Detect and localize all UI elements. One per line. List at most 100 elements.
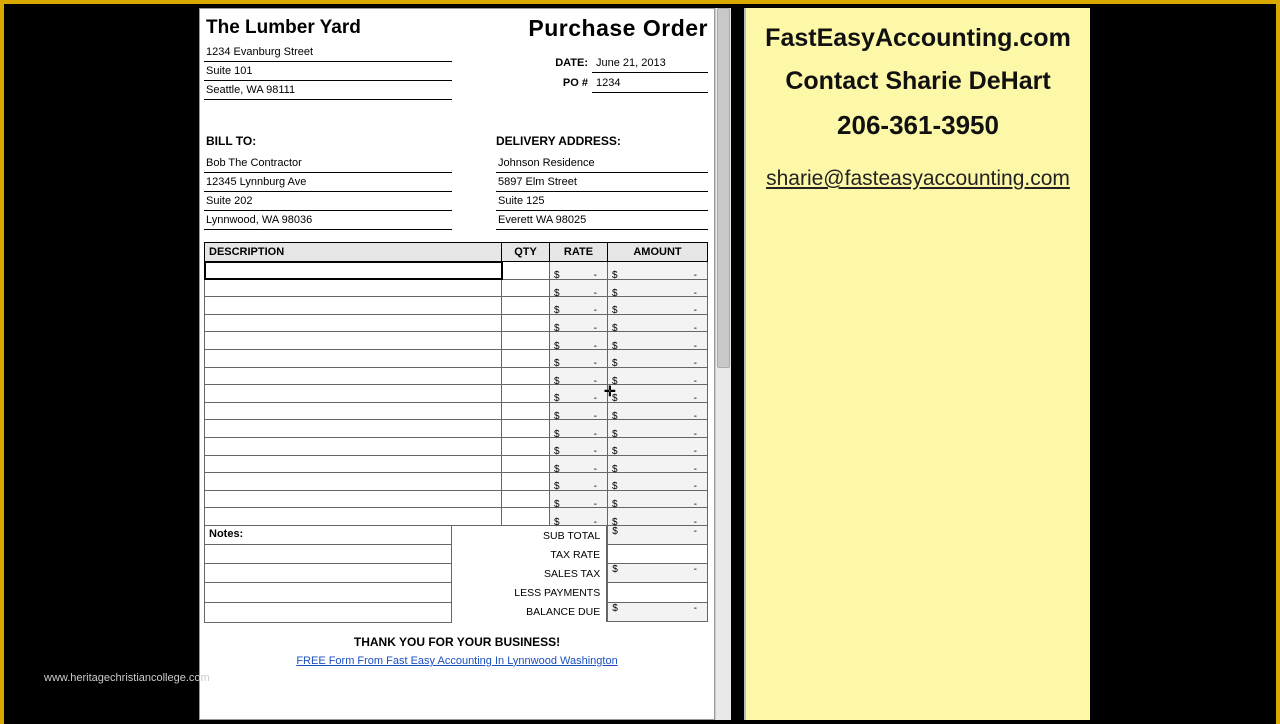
description-cell[interactable] — [205, 314, 502, 332]
description-cell[interactable] — [205, 279, 502, 297]
rate-cell[interactable]: $- — [550, 473, 608, 491]
address-line[interactable]: 1234 Evanburg Street — [204, 43, 452, 62]
scrollbar-thumb[interactable] — [717, 8, 730, 368]
amount-cell: $- — [608, 508, 708, 526]
col-rate: RATE — [550, 243, 608, 262]
bill-to-line[interactable]: Bob The Contractor — [204, 154, 452, 173]
lesspayments-value[interactable] — [607, 583, 708, 602]
vertical-scrollbar[interactable] — [715, 8, 731, 720]
free-form-link[interactable]: FREE Form From Fast Easy Accounting In L… — [204, 655, 710, 667]
watermark-text: www.heritagechristiancollege.com — [44, 672, 210, 684]
date-label: DATE: — [492, 57, 592, 69]
qty-cell[interactable] — [502, 385, 550, 403]
description-cell[interactable] — [205, 349, 502, 367]
notes-line[interactable] — [205, 564, 451, 583]
amount-cell: $- — [608, 420, 708, 438]
description-cell[interactable] — [205, 490, 502, 508]
description-cell[interactable] — [205, 508, 502, 526]
description-cell[interactable] — [205, 455, 502, 473]
contact-name-text: Contact Sharie DeHart — [746, 67, 1090, 96]
rate-cell[interactable]: $- — [550, 437, 608, 455]
description-cell[interactable] — [205, 332, 502, 350]
notes-block: Notes: — [204, 526, 452, 623]
rate-cell[interactable]: $- — [550, 402, 608, 420]
amount-cell: $- — [608, 349, 708, 367]
bill-to-line[interactable]: 12345 Lynnburg Ave — [204, 173, 452, 192]
subtotal-label: SUB TOTAL — [452, 526, 607, 545]
bill-to-label: BILL TO: — [206, 134, 452, 148]
description-cell[interactable] — [205, 385, 502, 403]
bill-to-line[interactable]: Lynnwood, WA 98036 — [204, 211, 452, 230]
bill-to-line[interactable]: Suite 202 — [204, 192, 452, 211]
thank-you-text: THANK YOU FOR YOUR BUSINESS! — [204, 635, 710, 649]
document-title: Purchase Order — [528, 15, 708, 42]
rate-cell[interactable]: $- — [550, 490, 608, 508]
notes-line[interactable] — [205, 583, 451, 602]
rate-cell[interactable]: $- — [550, 314, 608, 332]
rate-cell[interactable]: $- — [550, 385, 608, 403]
description-cell[interactable] — [205, 473, 502, 491]
description-cell[interactable] — [205, 367, 502, 385]
rate-cell[interactable]: $- — [550, 332, 608, 350]
notes-line[interactable] — [205, 603, 451, 622]
qty-cell[interactable] — [502, 490, 550, 508]
line-items-table: DESCRIPTION QTY RATE AMOUNT $-$-$-$-$-$-… — [204, 242, 708, 526]
rate-cell[interactable]: $- — [550, 420, 608, 438]
date-value[interactable]: June 21, 2013 — [592, 54, 708, 73]
description-cell[interactable] — [205, 262, 502, 280]
table-row: $-$- — [205, 262, 708, 280]
qty-cell[interactable] — [502, 367, 550, 385]
rate-cell[interactable]: $- — [550, 262, 608, 280]
notes-line[interactable] — [205, 545, 451, 564]
amount-cell: $- — [608, 262, 708, 280]
description-cell[interactable] — [205, 297, 502, 315]
qty-cell[interactable] — [502, 297, 550, 315]
notes-label: Notes: — [205, 526, 451, 545]
address-line[interactable]: Suite 101 — [204, 62, 452, 81]
amount-cell: $- — [608, 279, 708, 297]
qty-cell[interactable] — [502, 455, 550, 473]
description-cell[interactable] — [205, 402, 502, 420]
amount-cell: $- — [608, 473, 708, 491]
description-cell[interactable] — [205, 437, 502, 455]
qty-cell[interactable] — [502, 262, 550, 280]
totals-block: SUB TOTAL $- TAX RATE SALES TAX $- LESS … — [452, 526, 708, 623]
qty-cell[interactable] — [502, 349, 550, 367]
delivery-line[interactable]: 5897 Elm Street — [496, 173, 708, 192]
balancedue-label: BALANCE DUE — [452, 603, 607, 622]
rate-cell[interactable]: $- — [550, 508, 608, 526]
amount-cell: $- — [608, 402, 708, 420]
po-number-label: PO # — [492, 77, 592, 89]
rate-cell[interactable]: $- — [550, 349, 608, 367]
qty-cell[interactable] — [502, 314, 550, 332]
qty-cell[interactable] — [502, 420, 550, 438]
po-meta: DATE: June 21, 2013 PO # 1234 — [492, 53, 708, 93]
rate-cell[interactable]: $- — [550, 279, 608, 297]
po-number-value[interactable]: 1234 — [592, 74, 708, 93]
qty-cell[interactable] — [502, 473, 550, 491]
purchase-order-document: The Lumber Yard Purchase Order 1234 Evan… — [199, 8, 715, 720]
qty-cell[interactable] — [502, 279, 550, 297]
email-link[interactable]: sharie@fasteasyaccounting.com — [766, 167, 1070, 191]
qty-cell[interactable] — [502, 508, 550, 526]
rate-cell[interactable]: $- — [550, 297, 608, 315]
amount-cell: $- — [608, 437, 708, 455]
table-row: $-$- — [205, 508, 708, 526]
qty-cell[interactable] — [502, 437, 550, 455]
delivery-line[interactable]: Suite 125 — [496, 192, 708, 211]
description-cell[interactable] — [205, 420, 502, 438]
salestax-label: SALES TAX — [452, 564, 607, 583]
delivery-line[interactable]: Everett WA 98025 — [496, 211, 708, 230]
delivery-line[interactable]: Johnson Residence — [496, 154, 708, 173]
table-row: $-$- — [205, 385, 708, 403]
rate-cell[interactable]: $- — [550, 367, 608, 385]
table-row: $-$- — [205, 420, 708, 438]
table-row: $-$- — [205, 455, 708, 473]
table-row: $-$- — [205, 473, 708, 491]
qty-cell[interactable] — [502, 402, 550, 420]
amount-cell: $- — [608, 332, 708, 350]
taxrate-value[interactable] — [607, 545, 708, 564]
qty-cell[interactable] — [502, 332, 550, 350]
rate-cell[interactable]: $- — [550, 455, 608, 473]
address-line[interactable]: Seattle, WA 98111 — [204, 81, 452, 100]
